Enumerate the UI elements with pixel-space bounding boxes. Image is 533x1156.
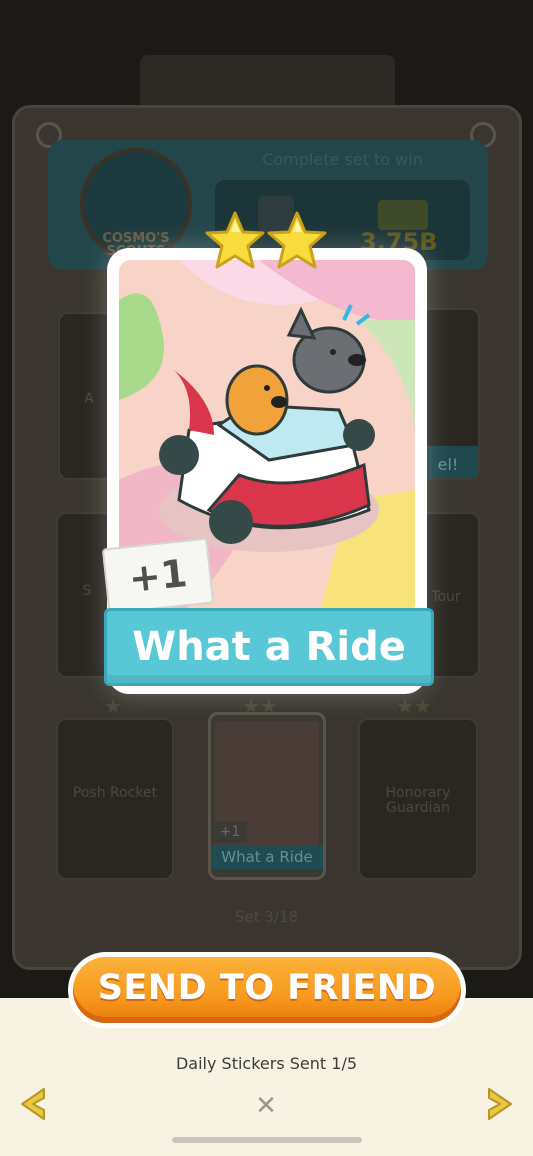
chevron-right-icon[interactable] <box>483 1085 519 1123</box>
set-progress: Set 3/18 <box>234 908 299 926</box>
chevron-left-icon[interactable] <box>14 1085 50 1123</box>
star-icon: ★★ <box>396 694 432 718</box>
sticker-name-banner: What a Ride <box>104 608 434 686</box>
daily-stickers-sent: Daily Stickers Sent 1/5 <box>175 1054 358 1073</box>
home-indicator <box>172 1137 362 1143</box>
album-card[interactable]: Honorary Guardian <box>358 718 478 880</box>
album-card-plus: +1 <box>213 821 247 843</box>
close-icon[interactable]: ✕ <box>250 1090 282 1122</box>
send-to-friend-label: SEND TO FRIEND <box>73 957 461 1023</box>
album-card-label: Posh Rocket <box>72 785 158 801</box>
game-logo <box>140 55 395 110</box>
cash-icon <box>378 200 428 230</box>
album-card-label: What a Ride <box>211 845 323 869</box>
send-to-friend-button[interactable]: SEND TO FRIEND <box>68 952 466 1028</box>
album-card-current[interactable]: +1 What a Ride <box>208 712 326 880</box>
star-icon: ★ <box>104 694 122 718</box>
album-card-label: Honorary Guardian <box>385 785 451 816</box>
album-card[interactable]: Posh Rocket <box>56 718 174 880</box>
star-icon <box>205 211 265 269</box>
complete-set-text: Complete set to win <box>262 150 423 169</box>
album-card-label: el! <box>437 455 459 474</box>
star-icon <box>267 211 327 269</box>
sticker-count-badge: +1 <box>101 537 215 615</box>
